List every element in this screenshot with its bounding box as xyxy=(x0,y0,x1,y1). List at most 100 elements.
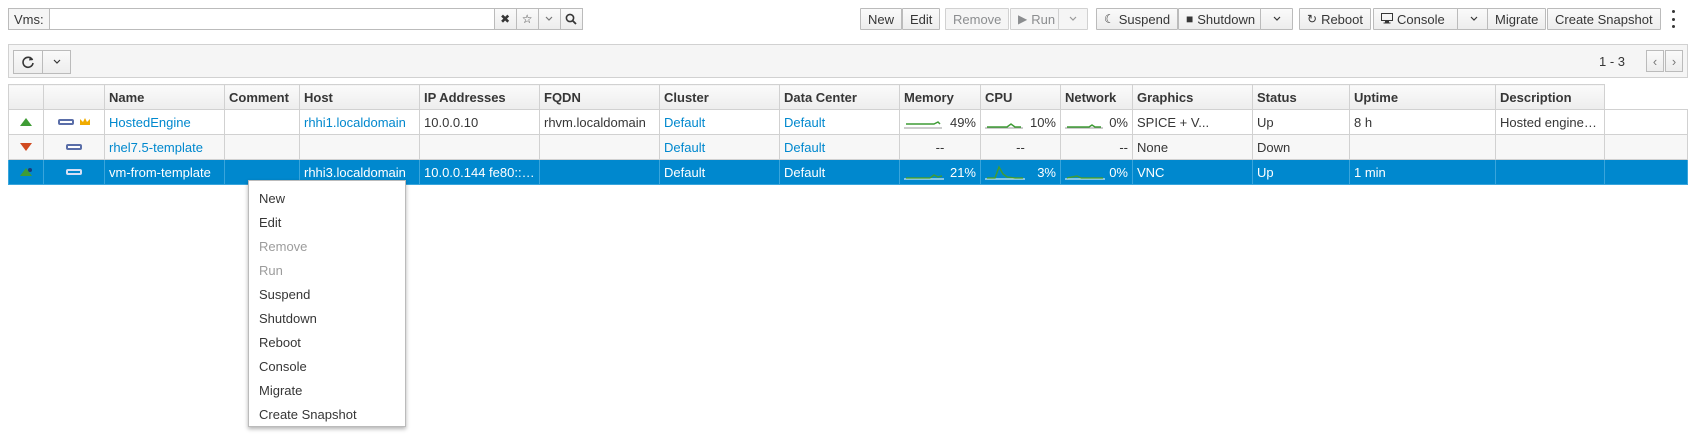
vm-description xyxy=(1495,134,1605,160)
console-button[interactable]: Console xyxy=(1373,8,1458,30)
column-header-network[interactable]: Network xyxy=(1060,84,1133,110)
column-header-description[interactable]: Description xyxy=(1495,84,1605,110)
refresh-group xyxy=(13,50,71,74)
column-header-graphics[interactable]: Graphics xyxy=(1132,84,1253,110)
shutdown-button[interactable]: ■ Shutdown xyxy=(1178,8,1261,30)
column-header-type[interactable] xyxy=(43,84,105,110)
vm-name-link[interactable]: vm-from-template xyxy=(109,165,211,180)
column-header-status[interactable] xyxy=(8,84,44,110)
vm-status: Up xyxy=(1252,109,1350,135)
column-header-cluster[interactable]: Cluster xyxy=(659,84,780,110)
up-arrow-icon xyxy=(8,159,44,185)
table-row[interactable]: rhel7.5-template Default Default -- -- -… xyxy=(8,134,1688,160)
vm-icon xyxy=(57,115,75,130)
grid-toolbar: 1 - 3 ‹ › xyxy=(8,44,1688,78)
vm-uptime xyxy=(1349,134,1496,160)
vm-comment xyxy=(224,109,300,135)
memory-sparkline xyxy=(904,121,942,129)
memory-usage: -- xyxy=(899,134,981,160)
column-header-ip[interactable]: IP Addresses xyxy=(419,84,540,110)
migrate-button[interactable]: Migrate xyxy=(1487,8,1547,30)
memory-usage: 49% xyxy=(949,114,976,130)
column-header-memory[interactable]: Memory xyxy=(899,84,981,110)
pager-range: 1 - 3 xyxy=(1598,54,1625,69)
context-menu-edit[interactable]: Edit xyxy=(249,211,405,235)
refresh-icon[interactable] xyxy=(13,50,43,74)
column-header-status-text[interactable]: Status xyxy=(1252,84,1350,110)
context-menu-run[interactable]: Run xyxy=(249,259,405,283)
search-icon[interactable] xyxy=(560,8,583,30)
refresh-icon: ↻ xyxy=(1307,12,1318,26)
run-button[interactable]: ▶ Run xyxy=(1010,8,1059,30)
remove-button[interactable]: Remove xyxy=(945,8,1010,30)
new-button[interactable]: New xyxy=(860,8,903,30)
cpu-usage: 10% xyxy=(1029,114,1056,130)
vm-fqdn: rhvm.localdomain xyxy=(539,109,660,135)
context-menu-remove[interactable]: Remove xyxy=(249,235,405,259)
vm-name-link[interactable]: HostedEngine xyxy=(109,115,191,130)
network-usage: 0% xyxy=(1109,164,1128,180)
previous-page-icon[interactable]: ‹ xyxy=(1646,50,1664,72)
vm-graphics: SPICE + V... xyxy=(1132,109,1253,135)
chevron-down-icon xyxy=(1273,16,1280,21)
column-header-cpu[interactable]: CPU xyxy=(980,84,1061,110)
create-snapshot-button[interactable]: Create Snapshot xyxy=(1547,8,1661,30)
vm-graphics: VNC xyxy=(1132,159,1253,185)
memory-sparkline xyxy=(904,174,944,180)
cluster-link[interactable]: Default xyxy=(664,115,705,130)
console-dropdown-button[interactable] xyxy=(1457,8,1490,30)
datacenter-link[interactable]: Default xyxy=(784,165,825,180)
vm-fqdn xyxy=(539,159,660,185)
column-header-comment[interactable]: Comment xyxy=(224,84,300,110)
next-page-icon[interactable]: › xyxy=(1665,50,1683,72)
vm-status: Down xyxy=(1252,134,1350,160)
table-row[interactable]: HostedEngine rhhi1.localdomain 10.0.0.10… xyxy=(8,109,1688,135)
column-header-fqdn[interactable]: FQDN xyxy=(539,84,660,110)
column-header-host[interactable]: Host xyxy=(299,84,420,110)
context-menu-shutdown[interactable]: Shutdown xyxy=(249,307,405,331)
edit-button[interactable]: Edit xyxy=(902,8,941,30)
more-actions-kebab-icon[interactable] xyxy=(1671,10,1675,28)
context-menu: New Edit Remove Run Suspend Shutdown Reb… xyxy=(248,180,406,427)
search-dropdown-icon[interactable] xyxy=(538,8,561,30)
suspend-button[interactable]: ☾ Suspend xyxy=(1096,8,1179,30)
cluster-link[interactable]: Default xyxy=(664,165,705,180)
vm-table: Name Comment Host IP Addresses FQDN Clus… xyxy=(8,84,1688,185)
context-menu-create-snapshot[interactable]: Create Snapshot xyxy=(249,403,405,427)
search-label: Vms: xyxy=(8,8,49,30)
context-menu-new[interactable]: New xyxy=(249,187,405,211)
datacenter-link[interactable]: Default xyxy=(784,115,825,130)
vm-fqdn xyxy=(539,134,660,160)
search-input[interactable] xyxy=(48,8,495,30)
vm-name-link[interactable]: rhel7.5-template xyxy=(109,140,203,155)
vm-comment xyxy=(224,134,300,160)
context-menu-reboot[interactable]: Reboot xyxy=(249,331,405,355)
column-header-uptime[interactable]: Uptime xyxy=(1349,84,1496,110)
column-header-datacenter[interactable]: Data Center xyxy=(779,84,900,110)
crown-icon xyxy=(79,115,91,130)
down-arrow-icon xyxy=(8,134,44,160)
run-dropdown-button[interactable] xyxy=(1058,8,1088,30)
cpu-sparkline xyxy=(985,123,1023,129)
host-link[interactable]: rhhi3.localdomain xyxy=(304,165,406,180)
vm-status: Up xyxy=(1252,159,1350,185)
reboot-button[interactable]: ↻ Reboot xyxy=(1299,8,1371,30)
stop-icon: ■ xyxy=(1186,12,1194,26)
bookmark-star-icon[interactable]: ☆ xyxy=(516,8,539,30)
datacenter-link[interactable]: Default xyxy=(784,140,825,155)
shutdown-dropdown-button[interactable] xyxy=(1260,8,1293,30)
vm-description: Hosted engine VM xyxy=(1495,109,1605,135)
refresh-rate-dropdown[interactable] xyxy=(43,50,71,74)
moon-icon: ☾ xyxy=(1104,12,1115,26)
column-header-name[interactable]: Name xyxy=(104,84,225,110)
memory-usage: 21% xyxy=(949,164,976,180)
cluster-link[interactable]: Default xyxy=(664,140,705,155)
context-menu-suspend[interactable]: Suspend xyxy=(249,283,405,307)
vm-ip xyxy=(419,134,540,160)
context-menu-migrate[interactable]: Migrate xyxy=(249,379,405,403)
table-header-row: Name Comment Host IP Addresses FQDN Clus… xyxy=(8,84,1688,110)
clear-search-icon[interactable]: ✖ xyxy=(494,8,517,30)
host-link[interactable]: rhhi1.localdomain xyxy=(304,115,406,130)
network-usage: 0% xyxy=(1109,114,1128,130)
context-menu-console[interactable]: Console xyxy=(249,355,405,379)
